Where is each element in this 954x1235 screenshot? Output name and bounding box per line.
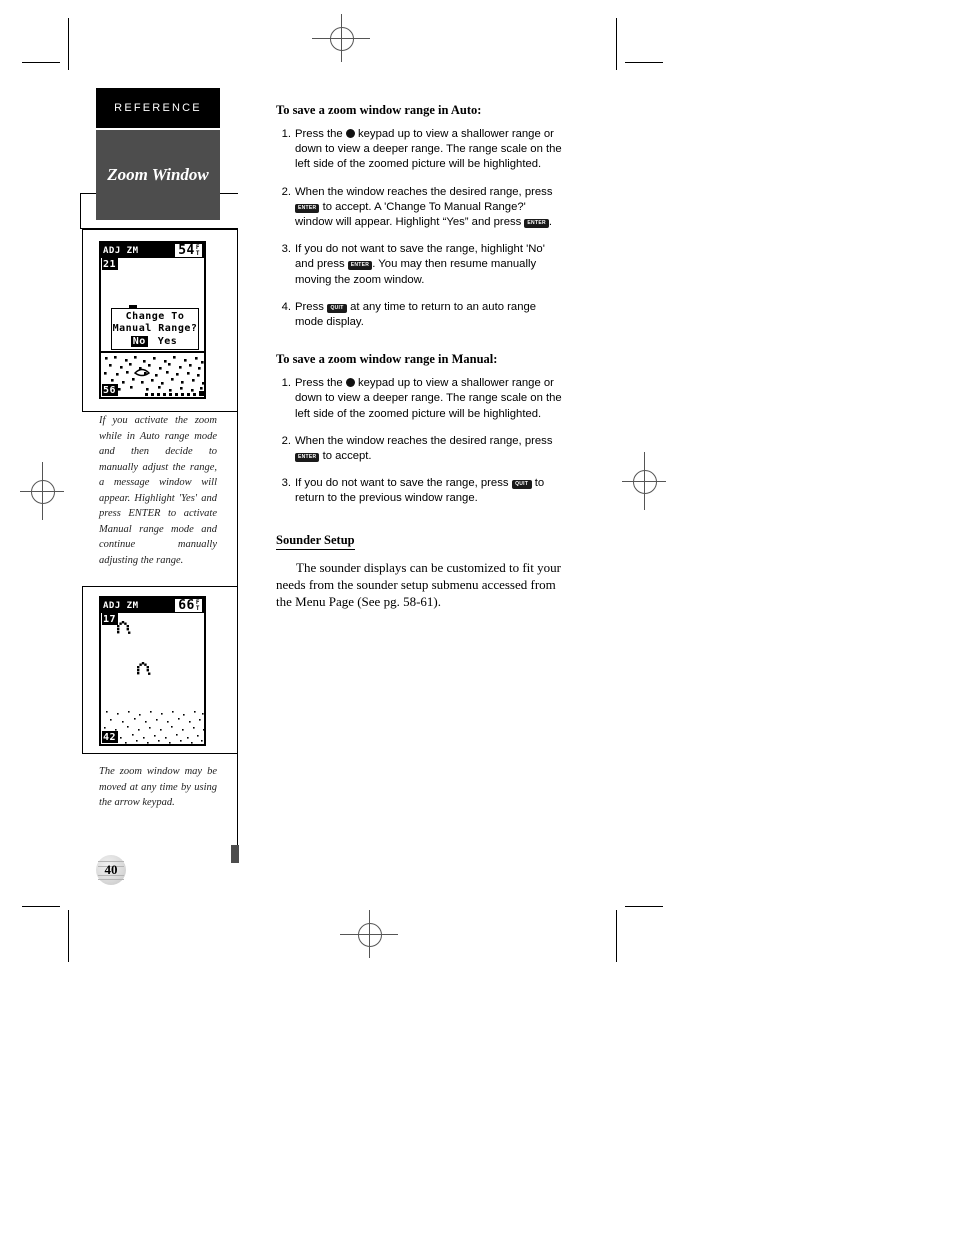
list-item: 2. When the window reaches the desired ra… [276, 185, 566, 231]
lcd-depth-readout-2: 66 F T [175, 599, 202, 612]
list-item: 3. If you do not want to save the range, … [276, 242, 566, 288]
page-number-badge: 40 [96, 855, 126, 885]
steps-list-auto: 1. Press the keypad up to view a shallowe… [276, 127, 566, 330]
quit-key-icon: QUIT [327, 303, 348, 313]
heading-save-manual: To save a zoom window range in Manual: [276, 352, 498, 367]
registration-mark-top [312, 14, 370, 62]
step-number: 3. [281, 243, 291, 256]
step-text: When the window reaches the desired rang… [295, 185, 553, 229]
lcd-message-choices: No Yes [112, 336, 198, 348]
step-number: 1. [281, 128, 291, 140]
figure-caption-2: The zoom window may be moved at any time… [99, 766, 217, 808]
chapter-tab-label: REFERENCE [114, 102, 202, 114]
lcd-depth-value-1: 54 [178, 243, 195, 258]
steps-list-manual: 1. Press the keypad up to view a shallowe… [276, 376, 566, 506]
crop-mark-bottom-right-horizontal [625, 906, 663, 907]
lcd-depth-readout-1: 54 F T [175, 244, 202, 257]
heading-save-auto: To save a zoom window range in Auto: [276, 103, 482, 117]
enter-key-icon: ENTER [295, 453, 320, 463]
page-number: 40 [104, 862, 118, 877]
step-number: 2. [281, 185, 291, 198]
chapter-tab-reference: REFERENCE [96, 88, 220, 128]
crop-mark-top-left-vertical [68, 18, 69, 70]
list-item: 3. If you do not want to save the range, … [276, 476, 566, 506]
lcd-message-window: Change To Manual Range? No Yes [111, 308, 199, 350]
sounder-setup-block: Sounder Setup The sounder displays can b… [276, 519, 566, 610]
step-number: 3. [281, 477, 291, 490]
enter-key-icon: ENTER [295, 203, 320, 213]
lcd-scale-bottom-1: 56 [102, 384, 119, 396]
lcd-screen-zoom-moved: ADJ ZM 66 F T 17 42 [99, 596, 206, 746]
lcd-message-line-1: Change To [125, 311, 185, 322]
crop-mark-bottom-right-vertical [616, 910, 617, 962]
list-item: 4. Press QUIT at any time to return to an… [276, 300, 566, 330]
registration-mark-left [20, 462, 64, 520]
crop-mark-top-right-vertical [616, 18, 617, 70]
lcd-message-line-2: Manual Range? [112, 323, 198, 334]
list-item: 2. When the window reaches the desired ra… [276, 434, 566, 464]
step-text: If you do not want to save the range, hi… [295, 243, 545, 286]
sounder-setup-paragraph: The sounder displays can be customized t… [276, 559, 561, 609]
chapter-rule-left-v [80, 193, 81, 229]
chapter-rule-left-h [80, 193, 96, 194]
lcd-scale-top-1: 21 [102, 258, 119, 270]
step-text: Press QUIT at any time to return to an a… [295, 300, 537, 329]
lcd-message-option-yes[interactable]: Yes [156, 336, 180, 347]
registration-mark-bottom [340, 910, 398, 958]
step-number: 1. [281, 377, 291, 390]
chapter-title-box: Zoom Window [96, 130, 220, 220]
lcd-mode-label-1: ADJ ZM [103, 245, 139, 256]
crop-mark-bottom-left-vertical [68, 910, 69, 962]
list-item: 1. Press the keypad up to view a shallowe… [276, 376, 566, 422]
lcd-depth-unit-bottom-1: T [195, 250, 200, 257]
chapter-rule-right [220, 193, 238, 194]
footer-marker-bar [231, 845, 239, 863]
registration-mark-right [622, 452, 666, 510]
lcd-message-option-no[interactable]: No [130, 336, 148, 347]
enter-key-icon: ENTER [347, 261, 373, 271]
main-content-column: To save a zoom window range in Auto: 1. P… [276, 103, 566, 610]
step-text: If you do not want to save the range, pr… [295, 477, 545, 505]
lcd-header-bar-1: ADJ ZM 54 F T [101, 243, 204, 258]
lcd-depth-unit-bottom-2: T [195, 605, 200, 612]
step-text: Press the keypad up to view a shallower … [295, 128, 562, 171]
page-title: Zoom Window [107, 165, 209, 184]
heading-sounder-setup: Sounder Setup [276, 533, 355, 550]
step-text: When the window reaches the desired rang… [295, 434, 553, 463]
lcd-mode-label-2: ADJ ZM [103, 600, 139, 611]
lcd-depth-value-2: 66 [178, 598, 195, 613]
lcd-depth-unit-1: F T [196, 245, 200, 257]
quit-key-icon: QUIT [511, 480, 532, 490]
lcd-depth-unit-2: F T [196, 600, 200, 612]
crop-mark-top-right-horizontal [625, 62, 663, 63]
list-item: 1. Press the keypad up to view a shallowe… [276, 127, 566, 173]
enter-key-icon: ENTER [524, 219, 549, 229]
step-number: 4. [281, 300, 291, 313]
lcd-screen-auto-change-range: ADJ ZM 54 F T 21 Change To Manual Range?… [99, 241, 206, 399]
step-text: Press the keypad up to view a shallower … [295, 377, 562, 420]
lcd-header-bar-2: ADJ ZM 66 F T [101, 598, 204, 613]
figure-caption-1: If you activate the zoom while in Auto r… [99, 415, 217, 566]
step-number: 2. [281, 434, 291, 447]
rocker-keypad-icon [345, 129, 355, 138]
rocker-keypad-icon [345, 378, 355, 388]
lcd-scale-bottom-2: 42 [102, 731, 119, 743]
crop-mark-top-left-horizontal [22, 62, 60, 63]
crop-mark-bottom-left-horizontal [22, 906, 60, 907]
